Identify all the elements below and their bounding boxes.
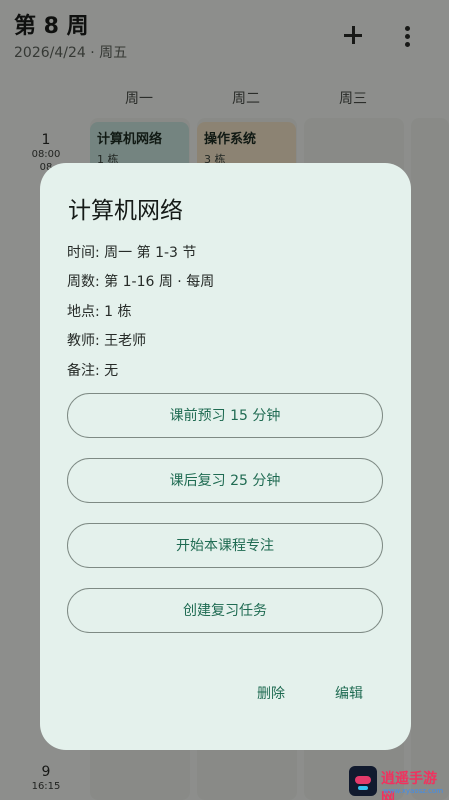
watermark-logo-icon xyxy=(349,766,377,796)
info-label: 备注: xyxy=(67,363,100,379)
dialog-title: 计算机网络 xyxy=(68,198,183,224)
info-note: 备注: 无 xyxy=(67,360,118,380)
info-label: 时间: xyxy=(67,245,100,261)
review-25min-button[interactable]: 课后复习 25 分钟 xyxy=(67,458,383,503)
watermark: 逍遥手游网 www.xyaosz.com xyxy=(349,766,447,800)
watermark-text: 逍遥手游网 xyxy=(381,771,437,800)
preview-15min-button[interactable]: 课前预习 15 分钟 xyxy=(67,393,383,438)
info-weeks: 周数: 第 1-16 周 · 每周 xyxy=(67,271,214,291)
edit-button[interactable]: 编辑 xyxy=(335,683,363,703)
info-time: 时间: 周一 第 1-3 节 xyxy=(67,242,196,262)
create-review-task-button[interactable]: 创建复习任务 xyxy=(67,588,383,633)
info-value: 无 xyxy=(104,363,119,379)
info-value: 王老师 xyxy=(104,333,147,349)
course-detail-dialog: 计算机网络 时间: 周一 第 1-3 节 周数: 第 1-16 周 · 每周 地… xyxy=(40,163,411,750)
info-teacher: 教师: 王老师 xyxy=(67,330,146,350)
delete-button[interactable]: 删除 xyxy=(257,683,285,703)
info-label: 教师: xyxy=(67,333,100,349)
info-value: 第 1-16 周 · 每周 xyxy=(104,274,215,290)
info-label: 地点: xyxy=(67,304,100,320)
info-value: 周一 第 1-3 节 xyxy=(104,245,197,261)
info-value: 1 栋 xyxy=(104,304,132,320)
watermark-url: www.xyaosz.com xyxy=(383,787,444,795)
info-label: 周数: xyxy=(67,274,100,290)
info-location: 地点: 1 栋 xyxy=(67,301,132,321)
start-focus-button[interactable]: 开始本课程专注 xyxy=(67,523,383,568)
